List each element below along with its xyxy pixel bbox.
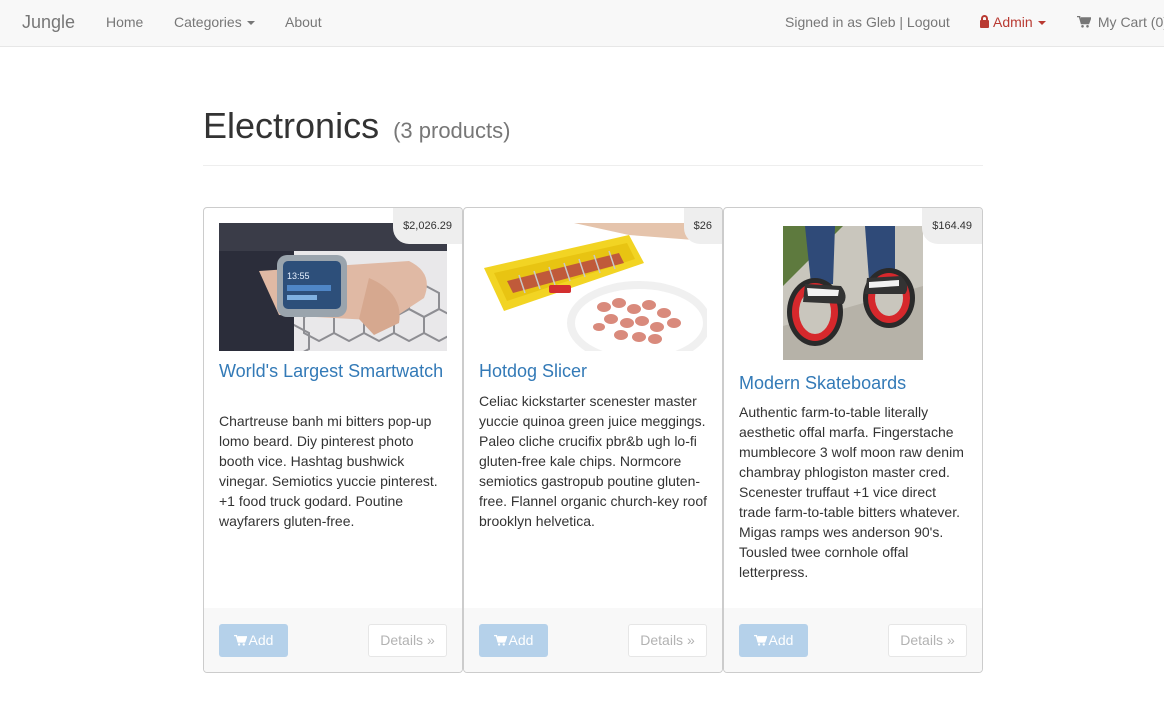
product-image-skateboards[interactable] (783, 226, 923, 360)
page-header: Electronics (3 products) (203, 96, 983, 166)
product-footer: Add Details » (724, 608, 982, 672)
add-label: Add (508, 632, 534, 648)
nav-my-cart[interactable]: My Cart (0) (1077, 0, 1164, 46)
add-to-cart-button[interactable]: Add (739, 624, 808, 657)
product-footer: Add Details » (204, 608, 462, 672)
category-title: Electronics (203, 105, 380, 146)
nav-categories-label: Categories (174, 14, 242, 30)
shopping-cart-icon (233, 635, 247, 646)
product-image-hotdog-slicer[interactable] (479, 223, 707, 351)
details-button[interactable]: Details » (628, 624, 707, 657)
navbar: Jungle Home Categories About Signed in a… (0, 0, 1164, 47)
price-tag: $2,026.29 (393, 208, 462, 244)
add-label: Add (768, 632, 794, 648)
lock-icon (980, 15, 989, 28)
product-name-link[interactable]: Modern Skateboards (739, 373, 969, 393)
product-card: 13:55 $2,026.29 World's Largest Smartwat… (203, 207, 463, 673)
details-button[interactable]: Details » (888, 624, 967, 657)
details-button[interactable]: Details » (368, 624, 447, 657)
product-name-link[interactable]: Hotdog Slicer (479, 361, 709, 381)
product-description: Celiac kickstarter scenester master yucc… (479, 393, 707, 529)
product-card: $26 Hotdog Slicer Celiac kickstarter sce… (463, 207, 723, 673)
nav-my-cart-label: My Cart (0) (1097, 14, 1164, 30)
brand-link[interactable]: Jungle (22, 0, 75, 46)
price-tag: $26 (683, 208, 722, 244)
svg-text:13:55: 13:55 (287, 271, 310, 281)
product-count: (3 products) (393, 118, 511, 143)
chevron-down-icon (246, 21, 255, 26)
nav-admin-dropdown[interactable]: Admin (980, 0, 1046, 46)
shopping-cart-icon (753, 635, 767, 646)
chevron-down-icon (1037, 21, 1046, 26)
shopping-cart-icon (1077, 14, 1098, 30)
nav-categories-dropdown[interactable]: Categories (174, 0, 255, 46)
nav-home[interactable]: Home (106, 0, 143, 46)
product-name-link[interactable]: World's Largest Smartwatch (219, 361, 449, 381)
product-description: Chartreuse banh mi bitters pop-up lomo b… (219, 413, 438, 529)
add-to-cart-button[interactable]: Add (479, 624, 548, 657)
nav-admin-label: Admin (993, 14, 1033, 30)
shopping-cart-icon (493, 635, 507, 646)
price-tag: $164.49 (922, 208, 982, 244)
add-label: Add (248, 632, 274, 648)
product-footer: Add Details » (464, 608, 722, 672)
product-card: $164.49 Modern Skateboards Authentic far… (723, 207, 983, 673)
nav-about[interactable]: About (285, 0, 322, 46)
add-to-cart-button[interactable]: Add (219, 624, 288, 657)
page-title: Electronics (3 products) (203, 105, 510, 147)
signed-in-logout-link[interactable]: Signed in as Gleb | Logout (785, 0, 950, 46)
product-description: Authentic farm-to-table literally aesthe… (739, 404, 964, 580)
